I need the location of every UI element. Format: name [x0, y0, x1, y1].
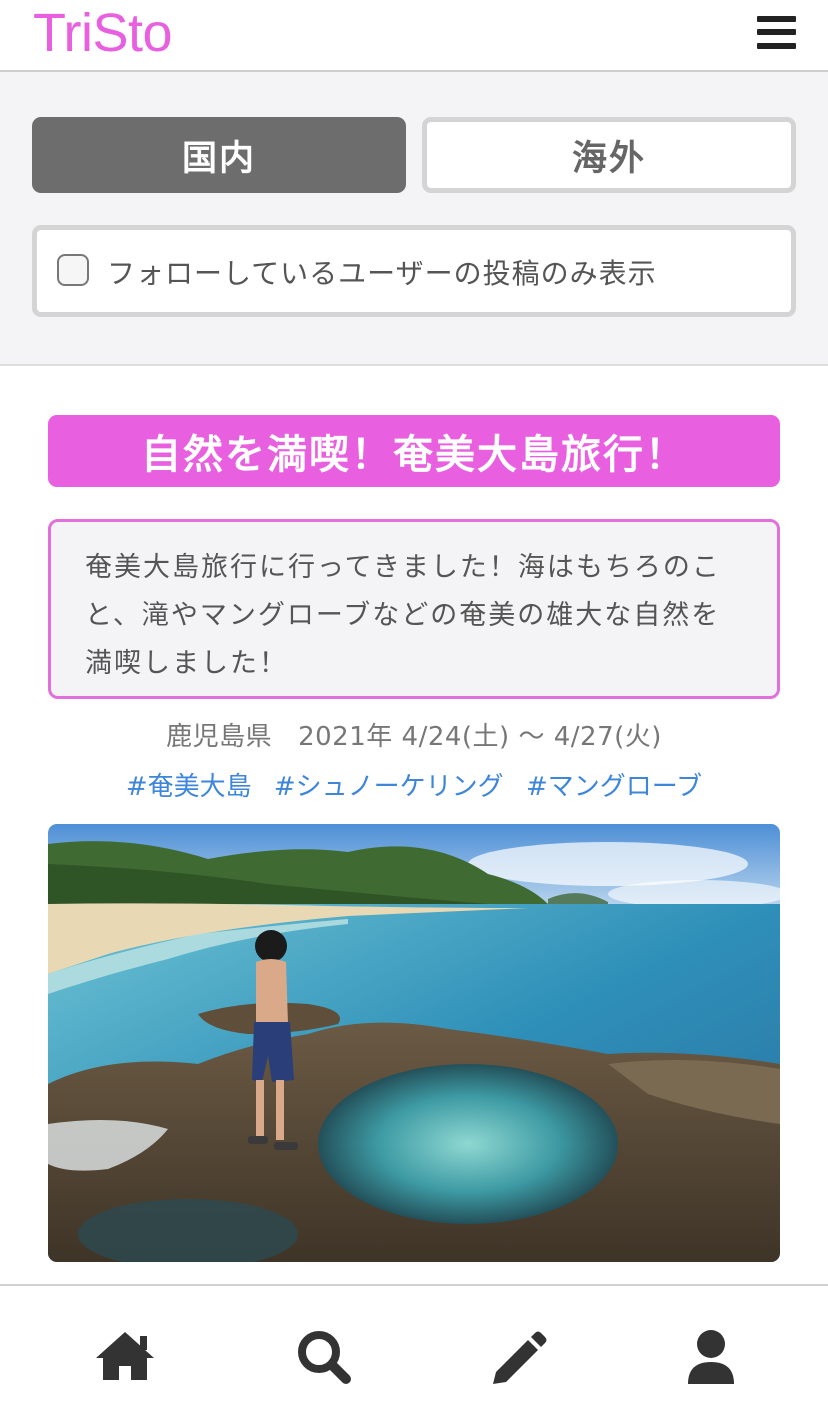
- bottom-nav: [0, 1284, 828, 1415]
- post-title[interactable]: 自然を満喫！奄美大島旅行！: [48, 415, 780, 487]
- tab-domestic[interactable]: 国内: [32, 117, 406, 193]
- tab-overseas[interactable]: 海外: [422, 117, 796, 193]
- app-header: TriSto: [0, 0, 828, 72]
- follow-only-label: フォローしているユーザーの投稿のみ表示: [107, 257, 657, 290]
- tag-link[interactable]: #シュノーケリング: [274, 772, 504, 802]
- pencil-icon[interactable]: [484, 1326, 554, 1386]
- home-icon[interactable]: [90, 1326, 160, 1386]
- hamburger-menu-icon[interactable]: [757, 16, 797, 50]
- post-photo-image: [48, 824, 780, 1262]
- post-tags: #奄美大島 #シュノーケリング #マングローブ: [0, 766, 828, 803]
- app-logo[interactable]: TriSto: [33, 2, 173, 64]
- follow-only-toggle[interactable]: フォローしているユーザーの投稿のみ表示: [32, 225, 796, 317]
- post-dates: 2021年 4/24(土) 〜 4/27(火): [298, 722, 662, 752]
- post-body: 奄美大島旅行に行ってきました！海はもちろのこと、滝やマングローブなどの奄美の雄大…: [48, 519, 780, 699]
- filter-panel: 国内 海外 フォローしているユーザーの投稿のみ表示: [0, 72, 828, 366]
- post-meta: 鹿児島県 2021年 4/24(土) 〜 4/27(火): [0, 716, 828, 753]
- follow-only-checkbox[interactable]: [57, 254, 89, 286]
- post-prefecture: 鹿児島県: [166, 722, 273, 752]
- user-icon[interactable]: [676, 1326, 746, 1386]
- search-icon[interactable]: [290, 1326, 360, 1386]
- tag-link[interactable]: #マングローブ: [526, 772, 702, 802]
- post-photo[interactable]: [48, 824, 780, 1262]
- tag-link[interactable]: #奄美大島: [126, 772, 252, 802]
